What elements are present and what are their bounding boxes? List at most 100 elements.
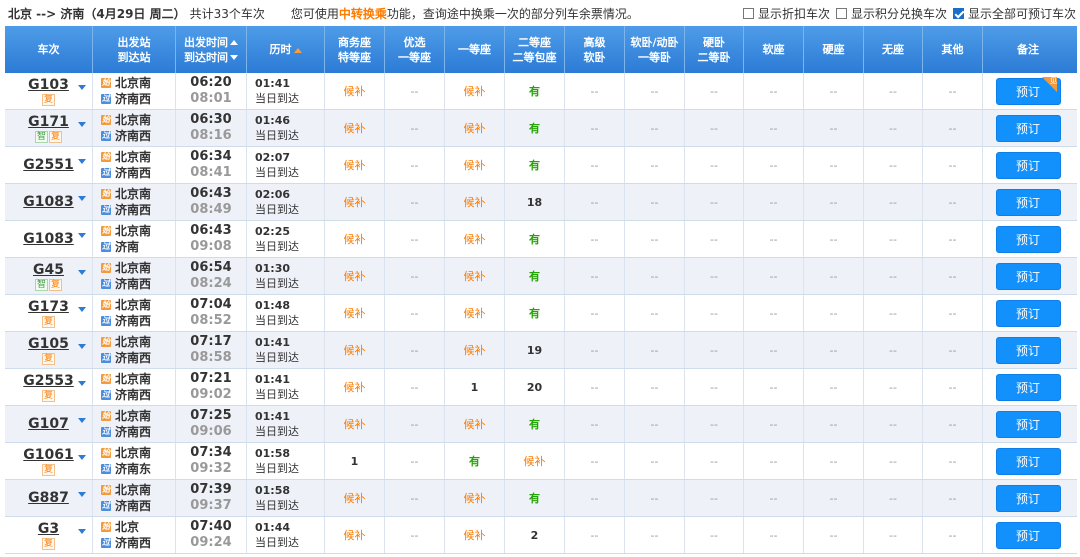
train-number-link[interactable]: G45: [33, 262, 64, 278]
book-button[interactable]: 预订: [995, 225, 1061, 253]
expand-stops-icon[interactable]: [78, 159, 86, 164]
seat-cell[interactable]: 候补: [445, 110, 505, 146]
seat-availability[interactable]: 候补: [344, 490, 366, 506]
show-discount-checkbox[interactable]: [742, 7, 754, 19]
train-number-link[interactable]: G103: [28, 77, 69, 93]
seat-cell[interactable]: 候补: [445, 73, 505, 109]
seat-cell[interactable]: 候补: [445, 517, 505, 553]
seat-cell[interactable]: 候补: [325, 332, 385, 368]
seat-availability[interactable]: 1: [471, 381, 479, 394]
expand-stops-icon[interactable]: [78, 85, 86, 90]
show-points-checkbox[interactable]: [835, 7, 847, 19]
seat-cell[interactable]: 候补: [325, 258, 385, 294]
seat-cell[interactable]: 候补: [325, 110, 385, 146]
seat-availability[interactable]: 候补: [464, 305, 486, 321]
seat-availability[interactable]: 候补: [464, 194, 486, 210]
seat-availability[interactable]: 有: [469, 453, 480, 469]
book-button[interactable]: 预订: [995, 299, 1061, 327]
seat-availability[interactable]: 18: [527, 196, 542, 209]
seat-availability[interactable]: 候补: [344, 305, 366, 321]
book-button[interactable]: 预订: [995, 373, 1061, 401]
seat-cell[interactable]: 有: [505, 221, 565, 257]
seat-availability[interactable]: 20: [527, 381, 542, 394]
show-points-option[interactable]: 显示积分兑换车次: [835, 5, 947, 22]
seat-availability[interactable]: 候补: [344, 194, 366, 210]
seat-cell[interactable]: 2: [505, 517, 565, 553]
seat-availability[interactable]: 有: [529, 416, 540, 432]
seat-availability[interactable]: 候补: [344, 83, 366, 99]
seat-cell[interactable]: 候补: [325, 295, 385, 331]
seat-availability[interactable]: 有: [529, 120, 540, 136]
seat-availability[interactable]: 候补: [344, 416, 366, 432]
seat-availability[interactable]: 有: [529, 268, 540, 284]
seat-availability[interactable]: 19: [527, 344, 542, 357]
col-time[interactable]: 出发时间 到达时间: [176, 26, 247, 73]
book-button[interactable]: 预订: [995, 447, 1061, 475]
seat-availability[interactable]: 候补: [464, 416, 486, 432]
seat-cell[interactable]: 有: [505, 73, 565, 109]
seat-cell[interactable]: 有: [505, 147, 565, 183]
seat-cell[interactable]: 候补: [325, 147, 385, 183]
book-button[interactable]: 预订: [995, 114, 1061, 142]
seat-cell[interactable]: 候补: [445, 147, 505, 183]
seat-availability[interactable]: 有: [529, 157, 540, 173]
seat-availability[interactable]: 候补: [344, 157, 366, 173]
sort-down-icon[interactable]: [230, 55, 238, 60]
seat-availability[interactable]: 候补: [464, 268, 486, 284]
train-number-link[interactable]: G107: [28, 416, 69, 432]
expand-stops-icon[interactable]: [78, 270, 86, 275]
seat-availability[interactable]: 候补: [464, 231, 486, 247]
seat-cell[interactable]: 候补: [445, 258, 505, 294]
seat-availability[interactable]: 1: [351, 455, 359, 468]
seat-cell[interactable]: 有: [505, 110, 565, 146]
seat-cell[interactable]: 候补: [445, 480, 505, 516]
train-number-link[interactable]: G171: [28, 114, 69, 130]
book-button[interactable]: 预订: [995, 188, 1061, 216]
seat-cell[interactable]: 有: [505, 406, 565, 442]
seat-availability[interactable]: 候补: [344, 527, 366, 543]
col-duration[interactable]: 历时: [247, 26, 325, 73]
seat-availability[interactable]: 候补: [344, 379, 366, 395]
seat-cell[interactable]: 候补: [445, 332, 505, 368]
show-all-bookable-checkbox[interactable]: [952, 7, 964, 19]
seat-cell[interactable]: 候补: [445, 406, 505, 442]
seat-availability[interactable]: 候补: [344, 120, 366, 136]
seat-availability[interactable]: 候补: [464, 490, 486, 506]
seat-availability[interactable]: 有: [529, 490, 540, 506]
book-button[interactable]: 预订: [995, 484, 1061, 512]
train-number-link[interactable]: G2553: [23, 373, 73, 389]
expand-stops-icon[interactable]: [78, 196, 86, 201]
seat-availability[interactable]: 有: [529, 305, 540, 321]
seat-cell[interactable]: 候补: [445, 295, 505, 331]
expand-stops-icon[interactable]: [78, 381, 86, 386]
seat-cell[interactable]: 19: [505, 332, 565, 368]
seat-cell[interactable]: 候补: [325, 221, 385, 257]
train-number-link[interactable]: G887: [28, 490, 69, 506]
train-number-link[interactable]: G2551: [23, 157, 73, 173]
sort-up-icon[interactable]: [230, 40, 238, 45]
book-button[interactable]: 预订: [995, 262, 1061, 290]
show-discount-option[interactable]: 显示折扣车次: [742, 5, 830, 22]
train-number-link[interactable]: G1083: [23, 231, 73, 247]
seat-cell[interactable]: 20: [505, 369, 565, 405]
expand-stops-icon[interactable]: [78, 492, 86, 497]
seat-availability[interactable]: 候补: [344, 231, 366, 247]
seat-availability[interactable]: 候补: [344, 342, 366, 358]
book-button[interactable]: 预订: [995, 410, 1061, 438]
seat-cell[interactable]: 候补: [445, 184, 505, 220]
seat-cell[interactable]: 有: [505, 295, 565, 331]
expand-stops-icon[interactable]: [78, 455, 86, 460]
sort-up-icon[interactable]: [293, 47, 302, 53]
seat-cell[interactable]: 1: [325, 443, 385, 479]
seat-cell[interactable]: 候补: [505, 443, 565, 479]
seat-cell[interactable]: 有: [445, 443, 505, 479]
seat-availability[interactable]: 候补: [464, 83, 486, 99]
seat-cell[interactable]: 有: [505, 258, 565, 294]
seat-cell[interactable]: 候补: [445, 221, 505, 257]
train-number-link[interactable]: G1083: [23, 194, 73, 210]
seat-cell[interactable]: 候补: [325, 406, 385, 442]
seat-availability[interactable]: 有: [529, 231, 540, 247]
book-button[interactable]: 预订: [995, 336, 1061, 364]
seat-cell[interactable]: 候补: [325, 73, 385, 109]
seat-cell[interactable]: 候补: [325, 517, 385, 553]
